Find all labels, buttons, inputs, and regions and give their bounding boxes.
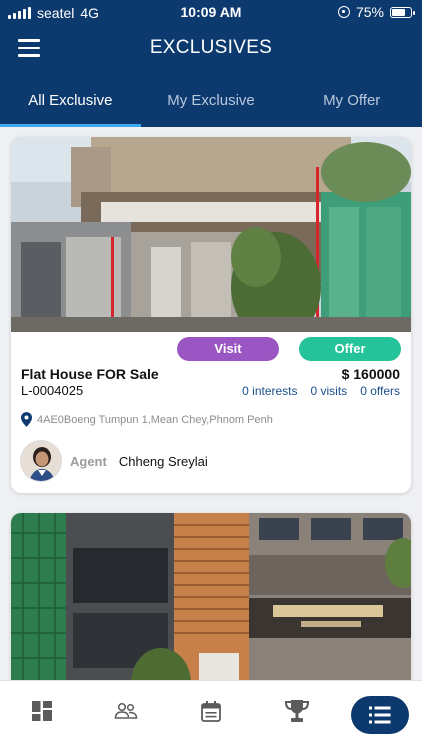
nav-trophy[interactable] [281,695,313,727]
battery-fill [392,8,405,16]
battery-percent: 75% [355,4,384,20]
avatar[interactable] [20,440,62,482]
agent-info[interactable]: Agent Chheng Sreylai [20,440,208,482]
people-icon [114,702,138,719]
location-pin-icon [21,412,32,427]
nav-calendar[interactable] [195,695,227,727]
offer-button[interactable]: Offer [299,337,401,361]
listing-title: Flat House FOR Sale [21,366,159,382]
calendar-icon [201,700,221,722]
trophy-icon [284,700,310,722]
visits-count[interactable]: 0 visits [311,384,348,398]
agent-label: Agent [70,453,107,469]
interests-count[interactable]: 0 interests [242,384,297,398]
listing-actions: Visit Offer [177,337,401,361]
nav-dashboard[interactable] [26,695,58,727]
list-icon [369,706,391,724]
address-text: 4AE0Boeng Tumpun 1,Mean Chey,Phnom Penh [37,413,273,426]
listing-photo[interactable] [11,137,411,332]
house-photo-illustration [11,137,411,332]
nav-listings[interactable] [351,696,409,734]
visit-button[interactable]: Visit [177,337,279,361]
listing-price: $ 160000 [341,366,400,382]
offers-count[interactable]: 0 offers [360,384,400,398]
listing-address: 4AE0Boeng Tumpun 1,Mean Chey,Phnom Penh [21,412,273,427]
tab-my-exclusive[interactable]: My Exclusive [141,70,282,127]
agent-avatar-illustration [21,441,61,481]
battery-icon [390,6,415,18]
bottom-navigation [0,680,422,750]
agent-name: Chheng Sreylai [118,453,208,469]
listing-card[interactable] [11,513,411,680]
tab-bar: All Exclusive My Exclusive My Offer [0,70,422,127]
status-right: 75% [337,4,415,20]
listing-feed[interactable]: Visit Offer Flat House FOR Sale $ 160000… [0,127,422,680]
listing-photo[interactable] [11,513,411,680]
rotation-lock-icon [337,6,350,18]
page-title: EXCLUSIVES [149,37,273,58]
status-bar: seatel 4G 10:09 AM 75% [0,0,422,26]
app-bar: EXCLUSIVES [0,26,422,70]
tab-my-offer[interactable]: My Offer [281,70,422,127]
dashboard-icon [32,701,52,721]
nav-people[interactable] [110,695,142,727]
listing-code: L-0004025 [21,383,84,398]
tab-all-exclusive[interactable]: All Exclusive [0,70,141,127]
building-photo-illustration [11,513,411,680]
listing-card[interactable]: Visit Offer Flat House FOR Sale $ 160000… [11,137,411,493]
listing-stats: 0 interests 0 visits 0 offers [242,384,400,398]
